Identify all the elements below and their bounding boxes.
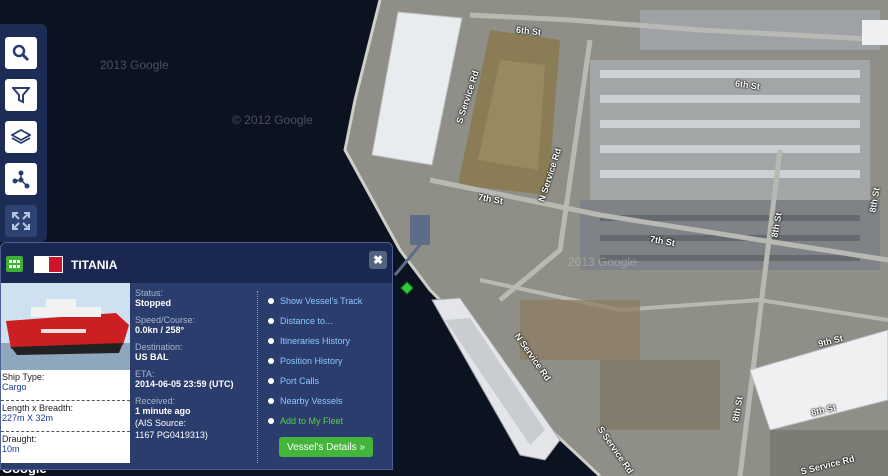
position-history-link[interactable]: Position History bbox=[268, 351, 388, 371]
distance-link[interactable]: Distance to... bbox=[268, 311, 388, 331]
itineraries-history-link[interactable]: Itineraries History bbox=[268, 331, 388, 351]
speed-course-label: Speed/Course: bbox=[135, 315, 196, 325]
received-value: 1 minute ago bbox=[135, 406, 191, 416]
nearby-vessels-link[interactable]: Nearby Vessels bbox=[268, 391, 388, 411]
link-label: Nearby Vessels bbox=[280, 396, 343, 406]
dimensions-row: Length x Breadth: 227m X 32m bbox=[1, 401, 130, 432]
search-button[interactable] bbox=[5, 37, 37, 69]
port-calls-link[interactable]: Port Calls bbox=[268, 371, 388, 391]
layers-icon bbox=[11, 128, 31, 145]
bullet-icon bbox=[268, 358, 274, 364]
status-value: Stopped bbox=[135, 298, 171, 308]
eta-value: 2014-06-05 23:59 (UTC) bbox=[135, 379, 234, 389]
draught-value: 10m bbox=[2, 444, 20, 454]
bullet-icon bbox=[268, 318, 274, 324]
eta-label: ETA: bbox=[135, 369, 155, 379]
network-button[interactable] bbox=[5, 163, 37, 195]
map-toolbar bbox=[0, 24, 47, 242]
panel-divider bbox=[257, 291, 258, 463]
ship-type-label: Ship Type: bbox=[2, 372, 45, 382]
flag-icon bbox=[34, 256, 63, 273]
link-label: Show Vessel's Track bbox=[280, 296, 363, 306]
map-watermark: 2013 Google bbox=[100, 58, 169, 72]
map-watermark: 2013 Google bbox=[568, 255, 637, 269]
map-watermark: © 2012 Google bbox=[232, 113, 313, 127]
draught-label: Draught: bbox=[2, 434, 37, 444]
filter-icon bbox=[12, 87, 30, 104]
vessel-status-info: Status: Stopped Speed/Course: 0.0kn / 25… bbox=[135, 288, 253, 440]
ais-source-id: 1167 PG0419313) bbox=[135, 430, 208, 440]
show-track-link[interactable]: Show Vessel's Track bbox=[268, 291, 388, 311]
network-icon bbox=[12, 170, 30, 189]
bullet-icon bbox=[268, 298, 274, 304]
vessel-name: TITANIA bbox=[71, 258, 118, 272]
vessel-type-icon bbox=[6, 256, 23, 272]
bullet-icon bbox=[268, 378, 274, 384]
add-to-fleet-link[interactable]: Add to My Fleet bbox=[268, 411, 388, 431]
link-label: Distance to... bbox=[280, 316, 333, 326]
search-icon bbox=[12, 44, 30, 62]
draught-row: Draught: 10m bbox=[1, 432, 130, 463]
ais-source: (AIS Source: bbox=[135, 418, 187, 428]
filter-button[interactable] bbox=[5, 79, 37, 111]
bullet-icon bbox=[268, 338, 274, 344]
bullet-icon bbox=[268, 418, 274, 424]
destination-value: US BAL bbox=[135, 352, 169, 362]
bullet-icon bbox=[268, 398, 274, 404]
dimensions-value: 227m X 32m bbox=[2, 413, 54, 423]
vessel-info-panel: TITANIA ✖ Ship Type: Cargo Length x Brea… bbox=[0, 242, 393, 470]
speed-course-value: 0.0kn / 258° bbox=[135, 325, 185, 335]
fullscreen-button[interactable] bbox=[5, 205, 37, 237]
status-label: Status: bbox=[135, 288, 164, 298]
vessel-actions: Show Vessel's Track Distance to... Itine… bbox=[268, 291, 388, 431]
vessel-specs: Ship Type: Cargo Length x Breadth: 227m … bbox=[1, 370, 130, 463]
received-label: Received: bbox=[135, 396, 176, 406]
vessel-photo[interactable] bbox=[1, 283, 130, 370]
destination-label: Destination: bbox=[135, 342, 183, 352]
close-button[interactable]: ✖ bbox=[369, 251, 387, 269]
layers-button[interactable] bbox=[5, 121, 37, 153]
vessel-details-button[interactable]: Vessel's Details » bbox=[279, 437, 373, 457]
link-label: Position History bbox=[280, 356, 343, 366]
ship-type-row: Ship Type: Cargo bbox=[1, 370, 130, 401]
link-label: Port Calls bbox=[280, 376, 320, 386]
link-label: Add to My Fleet bbox=[280, 416, 344, 426]
fullscreen-icon bbox=[12, 212, 30, 230]
dimensions-label: Length x Breadth: bbox=[2, 403, 74, 413]
link-label: Itineraries History bbox=[280, 336, 351, 346]
ship-type-value: Cargo bbox=[2, 382, 27, 392]
panel-header: TITANIA ✖ bbox=[1, 243, 392, 283]
